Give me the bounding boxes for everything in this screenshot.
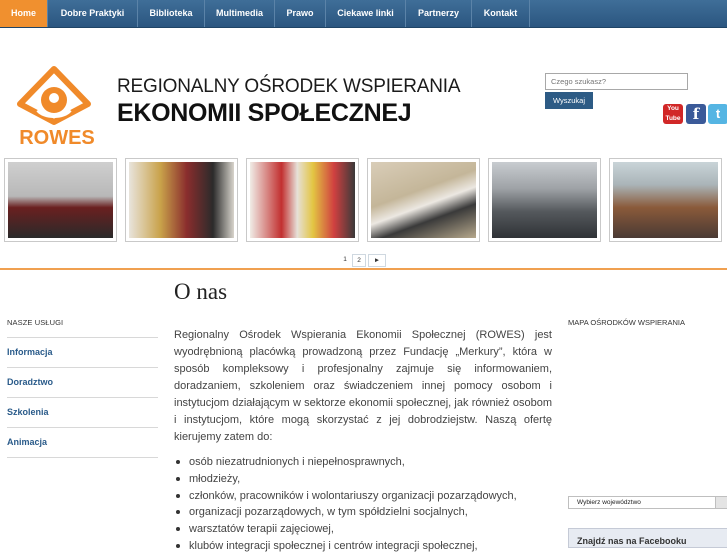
gallery-photo bbox=[8, 162, 113, 238]
gallery-photo bbox=[492, 162, 597, 238]
header-divider bbox=[0, 268, 727, 270]
brand-title-line1: REGIONALNY OŚRODEK WSPIERANIA bbox=[117, 76, 461, 97]
gallery-thumb[interactable] bbox=[488, 158, 601, 242]
search-input[interactable] bbox=[545, 73, 688, 90]
rowes-logo[interactable]: ROWES bbox=[14, 66, 100, 149]
gallery-page-2[interactable]: 2 bbox=[352, 254, 366, 267]
logo-text: ROWES bbox=[19, 127, 95, 148]
logo-mark-icon: ROWES bbox=[17, 66, 95, 149]
gallery-next-button[interactable]: ► bbox=[368, 254, 386, 267]
gallery-photo bbox=[613, 162, 718, 238]
list-item: osób niezatrudnionych i niepełnosprawnyc… bbox=[174, 454, 554, 471]
region-select[interactable]: Wybierz województwo bbox=[568, 496, 727, 509]
nav-item-biblioteka[interactable]: Biblioteka bbox=[138, 0, 205, 27]
brand-title-line2: EKONOMII SPOŁECZNEJ bbox=[117, 99, 412, 127]
gallery-photo bbox=[129, 162, 234, 238]
gallery-photo bbox=[250, 162, 355, 238]
gallery-thumb[interactable] bbox=[4, 158, 117, 242]
about-paragraph: Regionalny Ośrodek Wspierania Ekonomii S… bbox=[174, 329, 552, 443]
region-select-label: Wybierz województwo bbox=[577, 499, 641, 506]
nav-item-multimedia[interactable]: Multimedia bbox=[205, 0, 275, 27]
search-button[interactable]: Wyszukaj bbox=[545, 92, 593, 109]
map-title: MAPA OŚRODKÓW WSPIERANIA bbox=[568, 318, 685, 327]
top-navigation: Home Dobre Praktyki Biblioteka Multimedi… bbox=[0, 0, 727, 28]
gallery-page-1[interactable]: 1 bbox=[339, 254, 351, 265]
youtube-label: You Tube bbox=[665, 105, 681, 122]
dropdown-arrow-icon bbox=[715, 497, 727, 508]
gallery-thumb[interactable] bbox=[609, 158, 722, 242]
gallery-photo bbox=[371, 162, 476, 238]
youtube-icon[interactable]: You Tube bbox=[663, 104, 683, 124]
list-item: warsztatów terapii zajęciowej, bbox=[174, 521, 554, 538]
nav-item-partnerzy[interactable]: Partnerzy bbox=[406, 0, 472, 27]
gallery-thumb[interactable] bbox=[367, 158, 480, 242]
list-item: organizacji pozarządowych, w tym spółdzi… bbox=[174, 504, 554, 521]
nav-item-home[interactable]: Home bbox=[0, 0, 48, 27]
sidebar-title: NASZE USŁUGI bbox=[7, 318, 64, 327]
sidebar-item-szkolenia[interactable]: Szkolenia bbox=[7, 397, 158, 427]
list-item: młodzieży, bbox=[174, 471, 554, 488]
facebook-box[interactable]: Znajdź nas na Facebooku bbox=[568, 528, 727, 548]
twitter-icon[interactable]: t bbox=[708, 104, 727, 124]
nav-item-prawo[interactable]: Prawo bbox=[275, 0, 326, 27]
nav-item-kontakt[interactable]: Kontakt bbox=[472, 0, 530, 27]
facebook-icon[interactable]: f bbox=[686, 104, 706, 124]
sidebar-item-doradztwo[interactable]: Doradztwo bbox=[7, 367, 158, 397]
sidebar-item-animacja[interactable]: Animacja bbox=[7, 427, 158, 458]
page-title: O nas bbox=[174, 279, 228, 304]
gallery-thumb[interactable] bbox=[246, 158, 359, 242]
list-item: klubów integracji społecznej i centrów i… bbox=[174, 538, 554, 555]
nav-item-ciekawe-linki[interactable]: Ciekawe linki bbox=[326, 0, 406, 27]
sidebar-item-informacja[interactable]: Informacja bbox=[7, 337, 158, 367]
gallery-thumb[interactable] bbox=[125, 158, 238, 242]
nav-item-dobre-praktyki[interactable]: Dobre Praktyki bbox=[48, 0, 138, 27]
target-groups-list: osób niezatrudnionych i niepełnosprawnyc… bbox=[174, 454, 554, 555]
list-item: członków, pracowników i wolontariuszy or… bbox=[174, 488, 554, 505]
